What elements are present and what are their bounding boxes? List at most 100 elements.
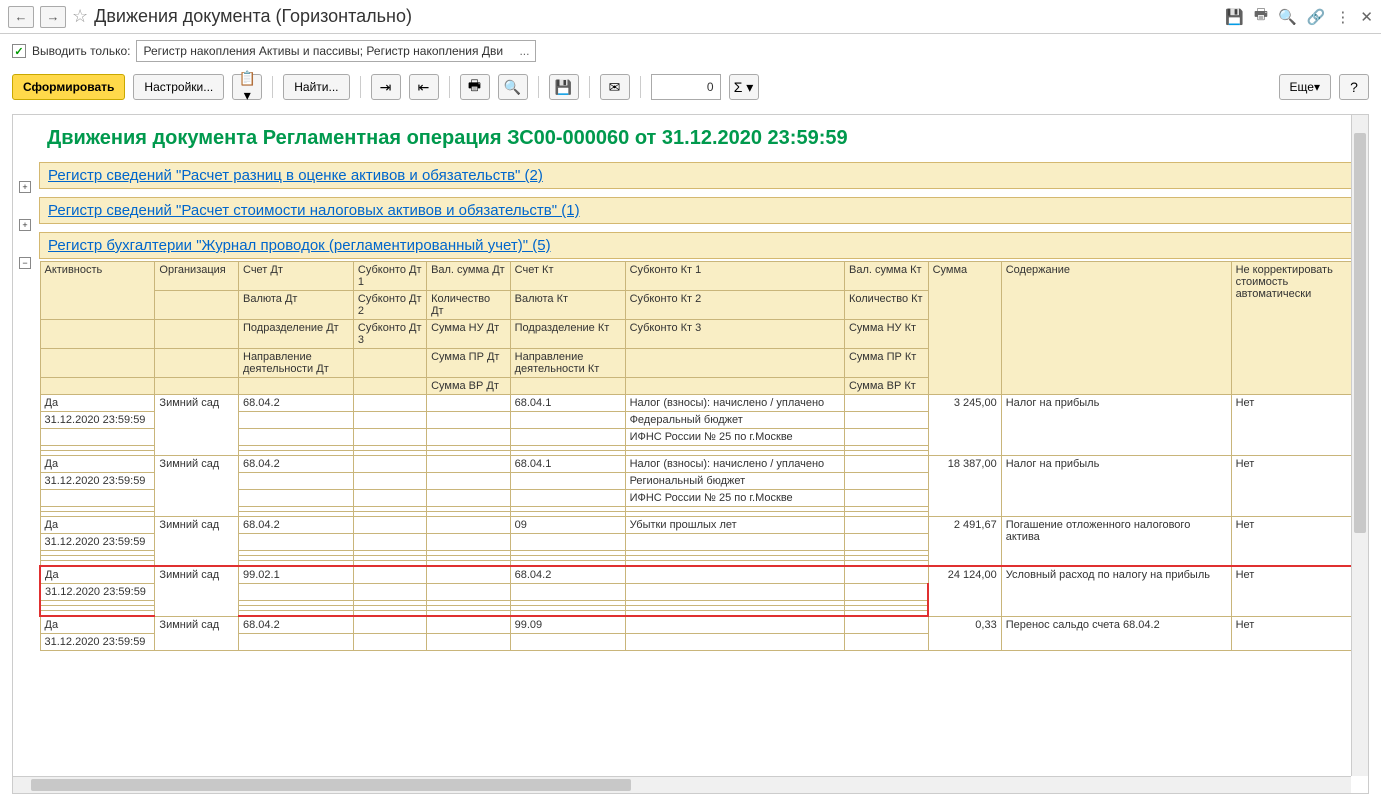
- save-button[interactable]: 💾: [549, 74, 579, 100]
- table-cell: Зимний сад: [155, 517, 239, 567]
- table-cell: Не корректировать стоимость автоматическ…: [1231, 262, 1367, 395]
- table-cell: Нет: [1231, 616, 1367, 651]
- table-cell: [510, 378, 625, 395]
- table-cell: [353, 616, 426, 634]
- table-cell: [844, 584, 928, 601]
- table-cell: Зимний сад: [155, 456, 239, 517]
- table-cell: Сумма ПР Дт: [427, 349, 511, 378]
- number-input[interactable]: 0: [651, 74, 721, 100]
- table-cell: Сумма НУ Дт: [427, 320, 511, 349]
- help-button[interactable]: ?: [1339, 74, 1369, 100]
- settings-button[interactable]: Настройки...: [133, 74, 224, 100]
- filter-input[interactable]: Регистр накопления Активы и пассивы; Рег…: [136, 40, 536, 62]
- more-button[interactable]: Еще ▾: [1279, 74, 1331, 100]
- table-cell: [427, 534, 511, 551]
- table-cell: Подразделение Кт: [510, 320, 625, 349]
- table-cell: Субконто Кт 2: [625, 291, 844, 320]
- email-button[interactable]: ✉: [600, 74, 630, 100]
- preview-icon[interactable]: 🔍: [1278, 8, 1297, 26]
- table-cell: [155, 320, 239, 349]
- section-1-link[interactable]: Регистр сведений "Расчет разниц в оценке…: [48, 167, 543, 184]
- tree-toggle-1[interactable]: +: [19, 181, 31, 193]
- table-cell: [427, 490, 511, 507]
- table-cell: Налог на прибыль: [1001, 456, 1231, 517]
- save-icon[interactable]: 💾: [1225, 8, 1244, 26]
- table-cell: Налог (взносы): начислено / уплачено: [625, 395, 844, 412]
- table-cell: Сумма НУ Кт: [844, 320, 928, 349]
- table-cell: Сумма ПР Кт: [844, 349, 928, 378]
- table-cell: [427, 517, 511, 534]
- nav-back-button[interactable]: ←: [8, 6, 34, 28]
- table-cell: Количество Кт: [844, 291, 928, 320]
- window-title: Движения документа (Горизонтально): [94, 6, 1219, 27]
- tree-toggle-3[interactable]: −: [19, 257, 31, 269]
- table-cell: ИФНС России № 25 по г.Москве: [625, 429, 844, 446]
- collapse-button[interactable]: ⇤: [409, 74, 439, 100]
- expand-button[interactable]: ⇥: [371, 74, 401, 100]
- table-cell: Федеральный бюджет: [625, 412, 844, 429]
- table-cell: [844, 473, 928, 490]
- table-cell: Сумма: [928, 262, 1001, 395]
- horizontal-scrollbar[interactable]: [13, 776, 1351, 793]
- table-cell: Сумма ВР Кт: [844, 378, 928, 395]
- table-cell: [40, 320, 155, 349]
- table-cell: [427, 429, 511, 446]
- table-cell: [844, 490, 928, 507]
- find-button[interactable]: Найти...: [283, 74, 349, 100]
- paste-button[interactable]: 📋▾: [232, 74, 262, 100]
- table-cell: [353, 517, 426, 534]
- table-cell: [353, 634, 426, 651]
- table-cell: 99.02.1: [239, 566, 354, 584]
- nav-forward-button[interactable]: →: [40, 6, 66, 28]
- close-icon[interactable]: ✕: [1360, 8, 1373, 26]
- filter-more-icon[interactable]: ...: [519, 44, 529, 58]
- table-cell: Погашение отложенного налогового актива: [1001, 517, 1231, 567]
- table-cell: [625, 616, 844, 634]
- table-cell: Нет: [1231, 566, 1367, 616]
- generate-button[interactable]: Сформировать: [12, 74, 125, 100]
- table-cell: [844, 395, 928, 412]
- table-cell: Да: [40, 616, 155, 634]
- table-cell: 31.12.2020 23:59:59: [40, 534, 155, 551]
- filter-checkbox[interactable]: ✓: [12, 44, 26, 58]
- tree-toggle-2[interactable]: +: [19, 219, 31, 231]
- table-cell: Убытки прошлых лет: [625, 517, 844, 534]
- section-3-link[interactable]: Регистр бухгалтерии "Журнал проводок (ре…: [48, 237, 551, 254]
- table-cell: 68.04.1: [510, 456, 625, 473]
- section-3-header: Регистр бухгалтерии "Журнал проводок (ре…: [39, 232, 1368, 259]
- table-cell: [239, 429, 354, 446]
- table-cell: Да: [40, 456, 155, 473]
- table-cell: Содержание: [1001, 262, 1231, 395]
- table-cell: Нет: [1231, 517, 1367, 567]
- print-button[interactable]: 🖶: [460, 74, 490, 100]
- table-cell: [155, 291, 239, 320]
- table-cell: [427, 395, 511, 412]
- table-cell: [844, 634, 928, 651]
- table-cell: [427, 634, 511, 651]
- print-preview-button[interactable]: 🔍: [498, 74, 528, 100]
- table-cell: 2 491,67: [928, 517, 1001, 567]
- table-cell: Сумма ВР Дт: [427, 378, 511, 395]
- section-2-link[interactable]: Регистр сведений "Расчет стоимости налог…: [48, 202, 580, 219]
- table-cell: [427, 616, 511, 634]
- sum-button[interactable]: Σ ▾: [729, 74, 759, 100]
- table-cell: [510, 490, 625, 507]
- favorite-star-icon[interactable]: ☆: [72, 6, 88, 27]
- table-cell: [844, 517, 928, 534]
- table-cell: Валюта Дт: [239, 291, 354, 320]
- table-cell: Зимний сад: [155, 616, 239, 651]
- table-cell: 24 124,00: [928, 566, 1001, 616]
- table-cell: [40, 429, 155, 446]
- vertical-scrollbar[interactable]: [1351, 115, 1368, 776]
- table-cell: 68.04.2: [239, 616, 354, 634]
- table-cell: 68.04.2: [239, 456, 354, 473]
- print-icon[interactable]: 🖶: [1254, 4, 1268, 29]
- table-cell: Организация: [155, 262, 239, 291]
- table-cell: [353, 534, 426, 551]
- table-cell: [427, 473, 511, 490]
- table-cell: [427, 456, 511, 473]
- link-icon[interactable]: 🔗: [1307, 8, 1326, 26]
- menu-dots-icon[interactable]: ⋮: [1335, 8, 1350, 26]
- table-cell: Да: [40, 517, 155, 534]
- table-cell: Счет Дт: [239, 262, 354, 291]
